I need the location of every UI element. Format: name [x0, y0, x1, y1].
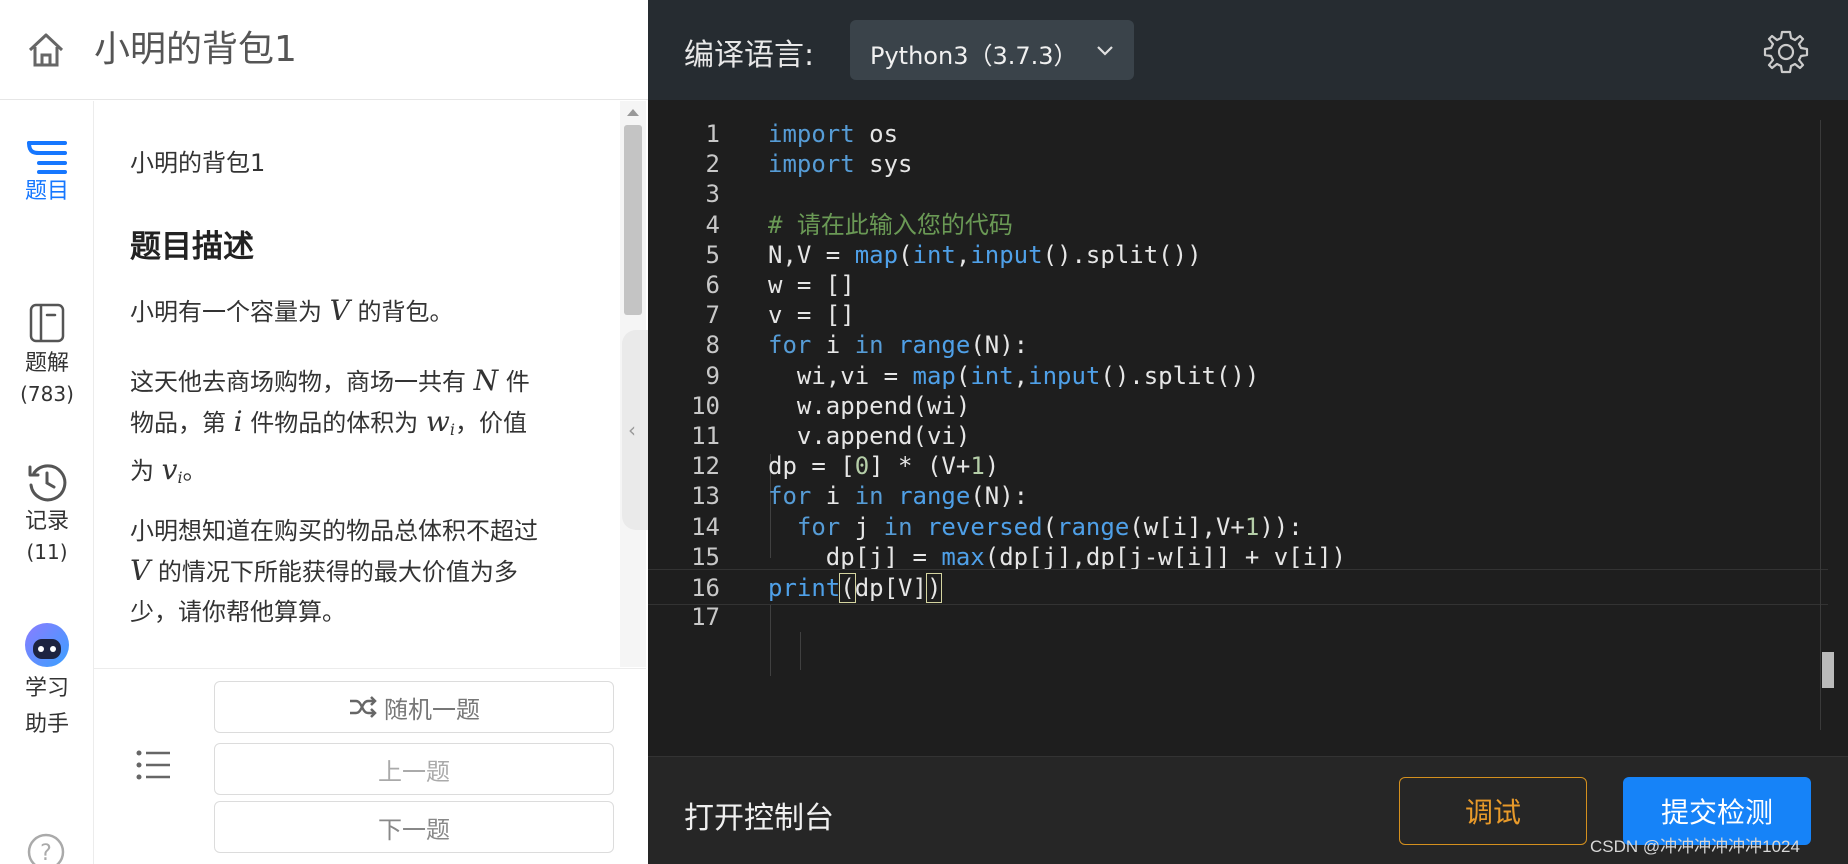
list-lines-icon [27, 141, 67, 174]
editor-header: 编译语言: Python3（3.7.3） [648, 0, 1848, 100]
sidebar-item-records[interactable]: 记录 (11) [0, 461, 94, 567]
prev-problem-button[interactable]: 上一题 [214, 743, 614, 795]
language-label: 编译语言: [684, 38, 815, 73]
scroll-thumb[interactable] [624, 125, 642, 315]
code-editor[interactable]: 1 import os 2 import sys 3 4 # 请在此输入您的代码 5 N,V =… [648, 100, 1848, 756]
scroll-up-arrow-icon[interactable] [627, 109, 639, 116]
watermark: CSDN @冲冲冲冲冲冲1024 [1590, 837, 1800, 856]
sidebar-item-label: 题目 [24, 179, 69, 204]
svg-text:?: ? [40, 841, 52, 864]
problem-panel: 小明的背包1 题目 题解 (783) 记录 (11) 学习 助手 小明的背包1 … [0, 0, 648, 864]
code-line: 17 [648, 599, 1828, 635]
random-problem-button[interactable]: 随机一题 [214, 681, 614, 733]
problem-paragraph-3: 小明想知道在购买的物品总体积不超过 V 的情况下所能获得的最大价值为多 少，请你… [130, 517, 538, 626]
language-select[interactable]: Python3（3.7.3） [850, 20, 1134, 80]
chevron-left-icon: ‹ [628, 418, 636, 442]
sidebar-item-solutions[interactable]: 题解 (783) [0, 301, 94, 409]
editor-panel: 编译语言: Python3（3.7.3） 1 import os 2 import s… [648, 0, 1848, 864]
bookmark-icon [29, 303, 65, 343]
collapse-panel-handle[interactable]: ‹ [622, 330, 648, 530]
problem-paragraph-2: 这天他去商场购物，商场一共有 N 件 物品，第 i 件物品的体积为 wi，价值 … [130, 364, 530, 487]
problem-content: 小明的背包1 题目描述 小明有一个容量为 V 的背包。 这天他去商场购物，商场一… [94, 101, 620, 667]
question-icon[interactable]: ? [26, 832, 66, 864]
sidebar-item-label-line2: 助手 [24, 712, 69, 737]
page-title: 小明的背包1 [94, 29, 297, 70]
sidebar-item-label: 题解 [24, 351, 69, 376]
chevron-down-icon [1097, 46, 1113, 56]
side-nav: 题目 题解 (783) 记录 (11) 学习 助手 [0, 101, 94, 864]
scroll-position-marker [1822, 652, 1834, 688]
line-number: 17 [691, 603, 720, 632]
problem-navigation: 随机一题 上一题 下一题 [94, 668, 646, 864]
problem-name: 小明的背包1 [130, 149, 266, 177]
section-title: 题目描述 [130, 229, 254, 265]
records-count: (11) [26, 540, 68, 564]
home-icon[interactable] [26, 30, 66, 70]
history-icon [28, 464, 67, 502]
list-icon[interactable] [136, 749, 172, 781]
indent-guide [800, 632, 801, 670]
language-value: Python3（3.7.3） [870, 42, 1078, 70]
sidebar-item-assistant[interactable]: 学习 助手 [0, 621, 94, 743]
sidebar-item-problem[interactable]: 题目 [0, 137, 94, 207]
editor-scrollbar[interactable] [1820, 120, 1821, 730]
sidebar-item-label: 记录 [24, 509, 69, 534]
gear-icon[interactable] [1762, 28, 1810, 76]
robot-avatar-icon [25, 623, 69, 667]
problem-header: 小明的背包1 [0, 0, 648, 100]
shuffle-icon [350, 696, 377, 718]
open-console-button[interactable]: 打开控制台 [684, 793, 834, 837]
problem-paragraph-1: 小明有一个容量为 V 的背包。 [130, 294, 454, 327]
next-problem-button[interactable]: 下一题 [214, 801, 614, 853]
sidebar-item-label-line1: 学习 [24, 676, 69, 701]
solutions-count: (783) [20, 382, 74, 406]
debug-button[interactable]: 调试 [1399, 777, 1587, 845]
